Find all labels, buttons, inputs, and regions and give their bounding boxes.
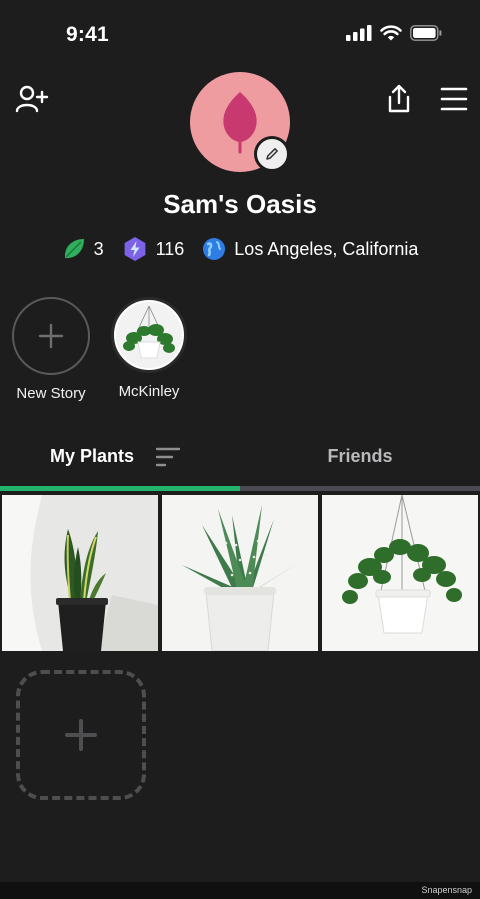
pencil-icon xyxy=(266,148,278,160)
tab-my-plants[interactable]: My Plants xyxy=(50,446,134,467)
plant-tile-hanging-pilea[interactable] xyxy=(322,495,478,651)
leaf-gem-icon xyxy=(64,239,84,259)
hamburger-menu-icon xyxy=(440,87,468,111)
share-icon xyxy=(388,84,410,113)
status-icons xyxy=(346,25,442,41)
story-mckinley[interactable]: McKinley xyxy=(99,297,199,400)
tab-my-plants-label: My Plants xyxy=(50,446,135,466)
add-user-icon xyxy=(15,85,49,113)
energy-stat: 116 xyxy=(122,236,185,262)
status-time: 9:41 xyxy=(66,23,109,46)
hanging-plant-thumbnail xyxy=(116,302,182,368)
new-story-label: New Story xyxy=(16,385,86,402)
location-text: Los Angeles, California xyxy=(234,238,419,259)
tab-friends-label: Friends xyxy=(327,446,393,466)
edit-avatar-button[interactable] xyxy=(254,136,290,172)
plant-tile-aloe[interactable] xyxy=(162,495,318,651)
tab-underline-active xyxy=(0,486,240,491)
sort-button[interactable] xyxy=(155,446,181,473)
story-mckinley-label: McKinley xyxy=(118,383,180,400)
profile-stats: 3 116 Los Angeles, California xyxy=(0,236,480,262)
hanging-pilea-image xyxy=(322,495,478,651)
leaves-stat: 3 xyxy=(62,237,104,261)
cellular-signal-icon xyxy=(346,25,372,41)
plant-tile-snake-plant[interactable] xyxy=(2,495,158,651)
location-stat: Los Angeles, California xyxy=(202,237,418,261)
tab-friends[interactable]: Friends xyxy=(300,446,420,467)
lightning-badge-icon xyxy=(124,237,145,261)
profile-name: Sam's Oasis xyxy=(163,189,317,219)
story-mckinley-ring xyxy=(111,297,187,373)
new-story-ring xyxy=(12,297,90,375)
footer-bar xyxy=(0,882,480,899)
new-story-button[interactable]: New Story xyxy=(1,297,101,402)
energy-count: 116 xyxy=(155,238,185,259)
watermark: Snapensnap xyxy=(421,885,472,895)
menu-button[interactable] xyxy=(436,81,472,117)
aloe-plant-image xyxy=(162,495,318,651)
add-plant-button[interactable] xyxy=(16,670,146,800)
leaves-count: 3 xyxy=(93,238,104,259)
wifi-icon xyxy=(380,25,402,41)
globe-icon xyxy=(203,238,226,260)
add-friend-button[interactable] xyxy=(14,81,50,117)
share-button[interactable] xyxy=(381,81,417,117)
plus-icon xyxy=(38,323,64,349)
snake-plant-image xyxy=(2,495,158,651)
plus-icon xyxy=(65,719,97,751)
sort-icon xyxy=(155,447,181,467)
battery-icon xyxy=(410,25,442,41)
